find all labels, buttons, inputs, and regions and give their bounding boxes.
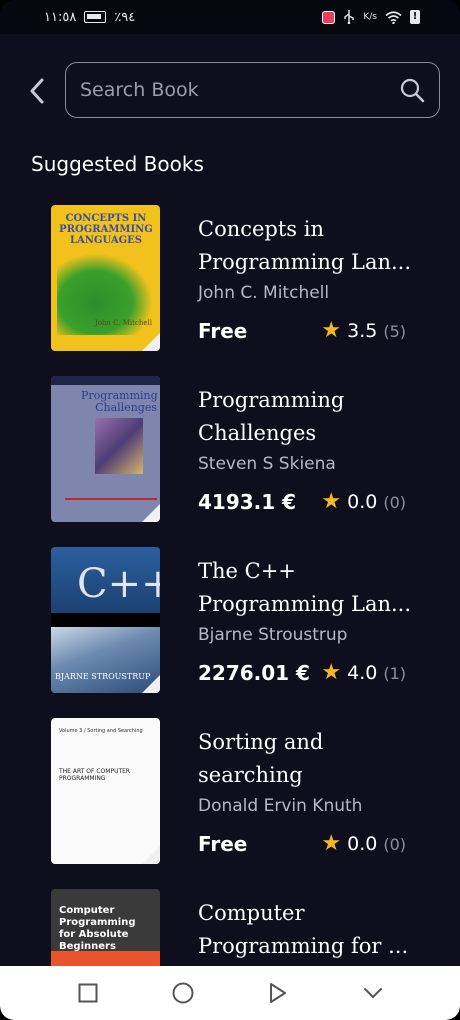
app-notification-icon	[322, 10, 336, 24]
rating-value: 0.0	[347, 833, 378, 855]
book-rating: ★ 0.0 (0)	[321, 831, 406, 856]
rating-count: (0)	[383, 834, 406, 854]
page-fold-icon	[142, 846, 160, 864]
book-cover[interactable]: C++ BJARNE STROUSTRUP	[51, 547, 160, 693]
cover-subtitle: Volume 3 / Sorting and Searching	[59, 728, 143, 734]
rating-value: 4.0	[347, 662, 378, 684]
cover-title: Computer Programming for Absolute Beginn…	[59, 905, 136, 952]
star-icon: ★	[321, 831, 342, 856]
status-right: K/s !	[322, 10, 420, 24]
phone-screen: ١١:٥٨ ٪٩٤ K/s ! Suggested Books CONCEPTS…	[0, 0, 460, 1020]
book-cover[interactable]: CONCEPTS IN PROGRAMMING LANGUAGES John C…	[51, 205, 160, 351]
chevron-left-icon	[30, 78, 44, 104]
recents-button[interactable]	[73, 978, 103, 1008]
back-nav-button[interactable]	[263, 978, 293, 1008]
circle-home-icon	[172, 982, 193, 1004]
book-title[interactable]: Computer Programming for ...	[198, 897, 428, 963]
cover-author: John C. Mitchell	[94, 319, 152, 327]
search-box[interactable]	[65, 62, 440, 118]
book-cover[interactable]: Volume 3 / Sorting and Searching THE ART…	[51, 718, 160, 864]
page-fold-icon	[142, 333, 160, 351]
book-rating: ★ 0.0 (0)	[321, 489, 406, 514]
cover-band	[51, 613, 160, 627]
book-title[interactable]: Concepts in Programming Lan...	[198, 213, 428, 279]
status-bar: ١١:٥٨ ٪٩٤ K/s !	[0, 0, 460, 34]
star-icon: ★	[321, 318, 342, 343]
usb-icon	[344, 10, 355, 24]
book-title-line: The C++	[198, 559, 296, 583]
status-time: ١١:٥٨	[44, 9, 77, 25]
book-title[interactable]: The C++ Programming Lan...	[198, 555, 428, 621]
cover-band	[51, 376, 160, 385]
book-rating: ★ 4.0 (1)	[321, 660, 406, 685]
book-title-line: Challenges	[198, 421, 317, 445]
book-card-4[interactable]: Volume 3 / Sorting and Searching THE ART…	[0, 718, 460, 864]
book-price: 2276.01 €	[198, 661, 310, 685]
book-title-line: Programming Lan...	[198, 592, 412, 616]
wifi-icon	[385, 10, 402, 24]
triangle-back-icon	[269, 983, 286, 1003]
book-author: Donald Ervin Knuth	[198, 796, 363, 816]
cover-title: Programming Challenges	[81, 389, 158, 414]
cover-title: THE ART OF COMPUTER PROGRAMMING	[59, 768, 131, 782]
search-icon[interactable]	[399, 77, 425, 103]
book-author: Steven S Skiena	[198, 454, 336, 474]
book-title-line: Programming	[198, 388, 345, 412]
page-fold-icon	[142, 504, 160, 522]
book-price: Free	[198, 319, 248, 343]
page-fold-icon	[142, 675, 160, 693]
book-price: 4193.1 €	[198, 490, 297, 514]
book-rating: ★ 3.5 (5)	[321, 318, 406, 343]
book-title[interactable]: Sorting and searching	[198, 726, 428, 792]
status-left: ١١:٥٨ ٪٩٤	[44, 10, 135, 25]
back-button[interactable]	[22, 74, 52, 108]
book-title-line: Concepts in	[198, 217, 324, 241]
star-icon: ★	[321, 489, 342, 514]
book-cover[interactable]: Programming Challenges	[51, 376, 160, 522]
battery-icon	[84, 11, 107, 23]
rating-value: 3.5	[347, 320, 378, 342]
cover-rule	[65, 498, 157, 500]
section-title: Suggested Books	[31, 152, 204, 176]
book-card-3[interactable]: C++ BJARNE STROUSTRUP The C++ Programmin…	[0, 547, 460, 693]
star-icon: ★	[321, 660, 342, 685]
battery-percent: ٪٩٤	[114, 9, 136, 25]
home-button[interactable]	[168, 978, 198, 1008]
rating-count: (1)	[383, 663, 406, 683]
hide-nav-button[interactable]	[358, 978, 388, 1008]
cover-art	[95, 418, 143, 474]
book-title-line: Sorting and	[198, 730, 324, 754]
book-card-2[interactable]: Programming Challenges Programming Chall…	[0, 376, 460, 522]
network-speed: K/s	[363, 11, 377, 22]
book-author: John C. Mitchell	[198, 283, 330, 303]
chevron-down-icon	[363, 988, 382, 999]
rating-count: (5)	[383, 321, 406, 341]
system-nav-bar	[0, 966, 460, 1020]
book-title-line: Programming for ...	[198, 934, 409, 958]
book-title-line: searching	[198, 763, 303, 787]
alert-battery-icon: !	[410, 10, 420, 24]
cover-title: C++	[77, 561, 160, 607]
book-card-1[interactable]: CONCEPTS IN PROGRAMMING LANGUAGES John C…	[0, 205, 460, 351]
cover-title: CONCEPTS IN PROGRAMMING LANGUAGES	[59, 213, 153, 246]
book-title-line: Programming Lan...	[198, 250, 412, 274]
book-title[interactable]: Programming Challenges	[198, 384, 428, 450]
square-recents-icon	[78, 983, 97, 1003]
rating-value: 0.0	[347, 491, 378, 513]
book-title-line: Computer	[198, 901, 305, 925]
book-author: Bjarne Stroustrup	[198, 625, 348, 645]
rating-count: (0)	[383, 492, 406, 512]
cover-author: BJARNE STROUSTRUP	[55, 672, 151, 681]
search-input[interactable]	[80, 79, 399, 101]
book-price: Free	[198, 832, 248, 856]
